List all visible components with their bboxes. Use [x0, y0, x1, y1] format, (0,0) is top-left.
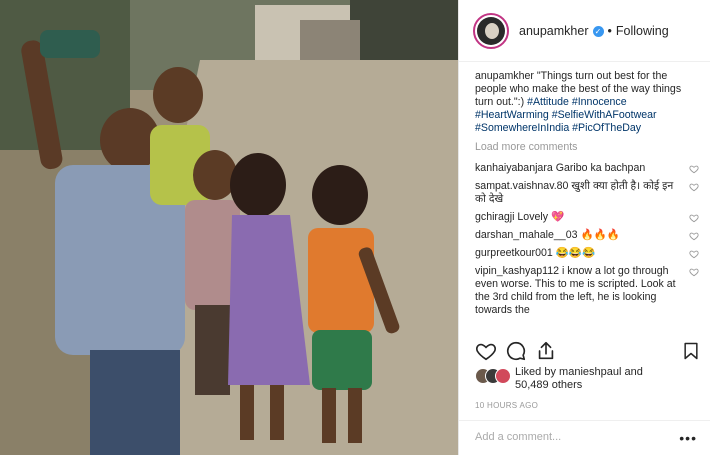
separator-dot: • — [607, 23, 612, 38]
comment-item: sampat.vaishnav.80 खुशी क्या होती है। को… — [475, 180, 701, 206]
likes-summary: Liked by manieshpaul and 50,489 others — [475, 366, 701, 396]
heart-icon[interactable] — [475, 340, 497, 362]
comment-item: gchiragji Lovely 💖 — [475, 211, 701, 224]
liked-by-user[interactable]: manieshpaul — [559, 366, 621, 378]
post-timestamp[interactable]: 10 HOURS AGO — [475, 401, 538, 410]
comment-like-icon[interactable] — [689, 249, 699, 259]
comment-username[interactable]: vipin_kashyap112 — [475, 265, 559, 277]
following-button[interactable]: Following — [616, 24, 669, 38]
comment-item: vipin_kashyap112 i know a lot go through… — [475, 265, 701, 317]
liker-avatars — [475, 368, 515, 384]
post-header: anupamkher ✓ • Following — [459, 0, 710, 62]
more-options-icon[interactable]: ••• — [679, 430, 697, 446]
liked-by-connector: and — [624, 366, 643, 378]
post-actions — [475, 340, 701, 364]
photo-illustration — [0, 0, 458, 455]
comment-like-icon[interactable] — [689, 213, 699, 223]
caption-username[interactable]: anupamkher — [475, 70, 534, 82]
comment-like-icon[interactable] — [689, 182, 699, 192]
comment-username[interactable]: kanhaiyabanjara — [475, 162, 553, 174]
liked-by-prefix: Liked by — [515, 366, 556, 378]
comment-username[interactable]: gurpreetkour001 — [475, 247, 553, 259]
avatar — [495, 368, 511, 384]
comment-like-icon[interactable] — [689, 164, 699, 174]
comment-text: 😂😂😂 — [555, 247, 596, 259]
comment-like-icon[interactable] — [689, 231, 699, 241]
post-side-panel: anupamkher ✓ • Following anupamkher "Things… — [458, 0, 710, 455]
comment-item: kanhaiyabanjara Garibo ka bachpan — [475, 162, 701, 175]
share-icon[interactable] — [535, 340, 557, 362]
likes-text: Liked by manieshpaul and 50,489 others — [515, 366, 643, 392]
add-comment-input[interactable] — [475, 431, 665, 443]
comment-item: gurpreetkour001 😂😂😂 — [475, 247, 701, 260]
profile-avatar[interactable] — [473, 12, 509, 49]
add-comment-bar: ••• — [459, 420, 710, 455]
comments-list[interactable]: anupamkher "Things turn out best for the… — [475, 70, 701, 334]
comment-username[interactable]: sampat.vaishnav.80 — [475, 180, 568, 192]
load-more-comments-button[interactable]: Load more comments — [475, 141, 701, 154]
bookmark-icon[interactable] — [681, 340, 701, 362]
comment-item: darshan_mahale__03 🔥🔥🔥 — [475, 229, 701, 242]
comment-text: Garibo ka bachpan — [555, 162, 646, 174]
liked-by-others[interactable]: 50,489 others — [515, 379, 582, 391]
instagram-post-window: anupamkher ✓ • Following anupamkher "Things… — [0, 0, 710, 455]
comment-username[interactable]: gchiragji — [475, 211, 514, 223]
author-username[interactable]: anupamkher — [519, 24, 589, 38]
comment-text: Lovely 💖 — [517, 211, 565, 223]
comment-username[interactable]: darshan_mahale__03 — [475, 229, 578, 241]
comment-icon[interactable] — [505, 340, 527, 362]
post-caption: anupamkher "Things turn out best for the… — [475, 70, 701, 135]
comment-like-icon[interactable] — [689, 267, 699, 277]
post-author: anupamkher ✓ • Following — [519, 24, 669, 38]
post-photo[interactable] — [0, 0, 458, 455]
verified-badge-icon: ✓ — [592, 25, 604, 37]
comment-text: 🔥🔥🔥 — [580, 229, 621, 241]
